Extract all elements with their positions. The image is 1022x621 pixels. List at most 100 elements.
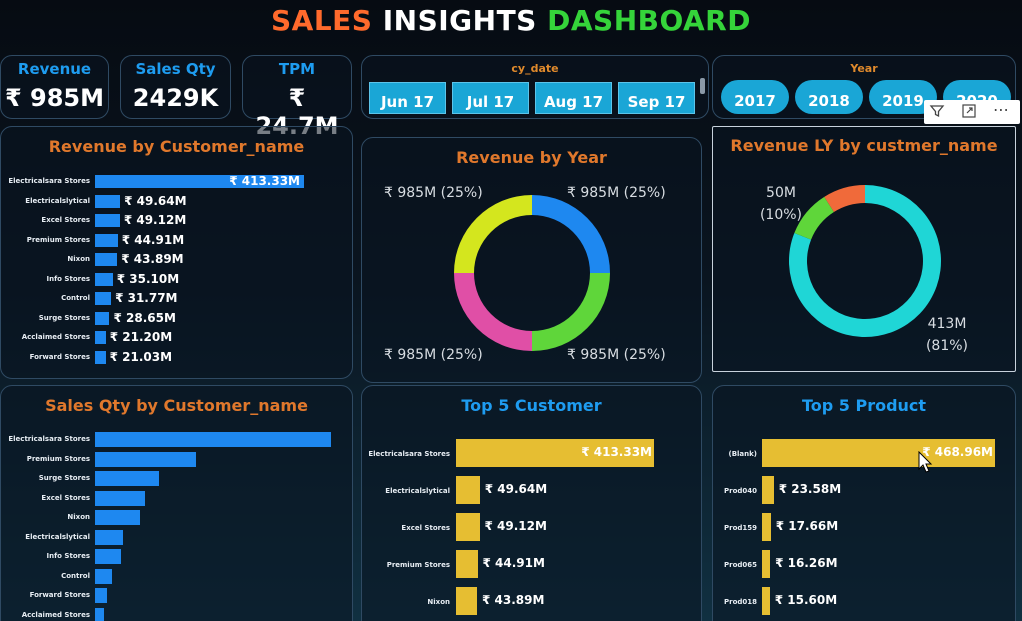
donut-slice-label: ₹ 985M (25%)	[567, 347, 666, 363]
slice-value: 413M	[927, 316, 967, 332]
slicer-scrollbar[interactable]	[700, 78, 705, 94]
donut-slice[interactable]	[532, 273, 610, 351]
kpi-card-revenue[interactable]: Revenue ₹ 985M	[0, 55, 109, 119]
category-label: Nixon	[67, 255, 90, 263]
cy-date-option-jul-17[interactable]: Jul 17	[452, 82, 529, 114]
bar	[95, 233, 118, 247]
category-label: Electricalsara Stores	[368, 450, 450, 458]
bar	[95, 588, 107, 603]
year-option-2018[interactable]: 2018	[795, 80, 863, 114]
slice-value: 50M	[766, 185, 796, 201]
bar	[95, 253, 118, 266]
category-label: Premium Stores	[386, 561, 450, 569]
category-label: Electricalsara Stores	[8, 177, 90, 185]
donut-slice-label: ₹ 985M (25%)	[384, 347, 483, 363]
category-label: Forward Stores	[29, 591, 90, 599]
data-label: ₹ 49.12M	[484, 519, 547, 533]
data-label: ₹ 49.12M	[123, 213, 187, 227]
bar	[762, 587, 770, 615]
donut-slice-label: 413M (81%)	[917, 313, 977, 357]
category-label: Excel Stores	[41, 493, 90, 502]
data-label: ₹ 21.03M	[109, 349, 173, 364]
data-label: ₹ 49.64M	[124, 193, 187, 208]
bar	[95, 471, 159, 486]
data-label: ₹ 43.89M	[121, 252, 184, 266]
data-label: ₹ 44.91M	[482, 556, 545, 570]
filter-icon[interactable]	[928, 103, 946, 121]
data-label: ₹ 413.33M	[229, 174, 300, 188]
slice-percent: (10%)	[759, 207, 803, 223]
bar	[95, 549, 121, 564]
kpi-label: TPM	[278, 60, 316, 78]
data-label: ₹ 31.77M	[115, 291, 178, 305]
donut-slice[interactable]	[532, 195, 610, 273]
sales-qty-bars: Electricalsara Stores Premium Stores Surge…	[1, 386, 354, 621]
sales-qty-by-customer-chart: Sales Qty by Customer_name Electricalsar…	[0, 385, 353, 621]
data-label: ₹ 23.58M	[778, 482, 842, 496]
cy-date-option-aug-17[interactable]: Aug 17	[535, 82, 612, 114]
revenue-by-customer-chart: Revenue by Customer_name Electricalsara …	[0, 126, 353, 379]
data-label: ₹ 15.60M	[774, 593, 838, 607]
bar	[456, 513, 480, 541]
bar	[95, 607, 105, 621]
data-label: ₹ 35.10M	[116, 271, 180, 286]
category-label: Acclaimed Stores	[21, 610, 90, 619]
bar	[95, 568, 112, 584]
title-word-insights: INSIGHTS	[382, 4, 537, 37]
donut-slice-label: 50M (10%)	[751, 182, 811, 226]
category-label: Electricalsara Stores	[8, 435, 90, 443]
cy-date-option-sep-17[interactable]: Sep 17	[618, 82, 695, 114]
bar	[456, 550, 478, 578]
revenue-ly-chart: Revenue LY by custmer_name 50M (10%) 413…	[712, 126, 1016, 372]
data-label: ₹ 16.26M	[775, 556, 838, 570]
kpi-value: 2429K	[132, 84, 219, 112]
bar	[95, 331, 106, 344]
kpi-card-tpm[interactable]: TPM ₹ 24.7M	[242, 55, 352, 140]
year-option-2017[interactable]: 2017	[721, 80, 789, 114]
donut-slice-label: ₹ 985M (25%)	[567, 185, 666, 201]
category-label: Excel Stores	[41, 216, 90, 224]
kpi-value: ₹ 985M	[4, 84, 105, 112]
category-label: (Blank)	[728, 450, 758, 458]
bar	[456, 587, 478, 615]
donut-slice[interactable]	[454, 273, 532, 351]
cy-date-option-jun-17[interactable]: Jun 17	[369, 82, 446, 114]
data-label: ₹ 49.64M	[484, 482, 548, 496]
bar	[95, 311, 110, 325]
focus-mode-icon[interactable]	[960, 103, 978, 121]
kpi-card-sales-qty[interactable]: Sales Qty 2429K	[120, 55, 231, 119]
category-label: Electricalslytical	[385, 487, 450, 495]
category-label: Prod018	[723, 598, 757, 606]
bar	[762, 550, 771, 578]
mouse-cursor-icon	[918, 451, 933, 473]
bar	[95, 292, 112, 305]
bar	[762, 513, 771, 541]
donut-slice[interactable]	[454, 195, 532, 273]
slicer-label: Year	[850, 62, 878, 75]
top5-customer-chart: Top 5 Customer Electricalsara Stores ₹ 41…	[361, 385, 702, 621]
slice-percent: (81%)	[925, 338, 969, 354]
category-label: Premium Stores	[26, 235, 90, 244]
data-label: ₹ 44.91M	[121, 232, 185, 247]
data-label: ₹ 17.66M	[775, 519, 839, 533]
category-label: Info Stores	[46, 552, 90, 560]
category-label: Acclaimed Stores	[21, 333, 90, 341]
bar	[95, 490, 145, 506]
category-label: Nixon	[67, 513, 90, 521]
category-label: Electricalslytical	[25, 532, 90, 541]
bar	[95, 510, 140, 525]
data-label: ₹ 43.89M	[482, 593, 545, 607]
dashboard-title: SALES INSIGHTS DASHBOARD	[0, 4, 1022, 37]
top5-product-chart: Top 5 Product (Blank) ₹ 468.96M Prod040 ₹ 2…	[712, 385, 1016, 621]
category-label: Nixon	[427, 598, 450, 606]
top5-product-bars: (Blank) ₹ 468.96M Prod040 ₹ 23.58M Prod159 ₹ …	[713, 386, 1017, 621]
slicer-label: cy_date	[511, 62, 559, 75]
title-word-sales: SALES	[271, 4, 373, 37]
category-label: Electricalslytical	[25, 196, 90, 205]
visual-header-toolbar: ⋯	[924, 100, 1020, 124]
data-label: ₹ 468.96M	[922, 445, 993, 459]
more-options-icon[interactable]: ⋯	[992, 102, 1010, 121]
bar	[95, 451, 197, 467]
category-label: Premium Stores	[26, 454, 90, 463]
title-word-dashboard: DASHBOARD	[547, 4, 751, 37]
